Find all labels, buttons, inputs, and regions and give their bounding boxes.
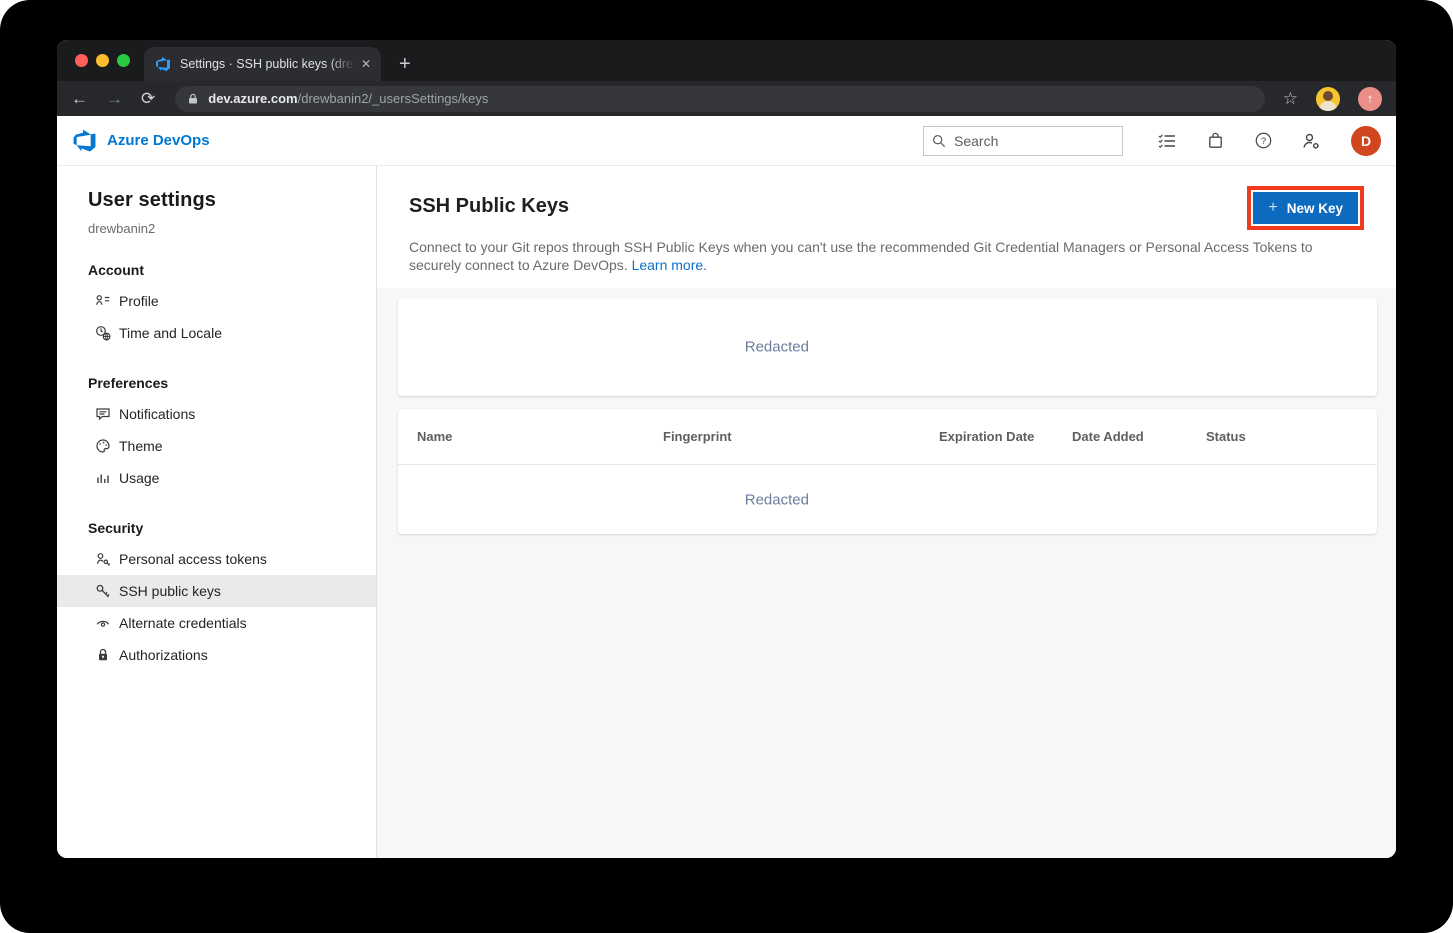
brand-title[interactable]: Azure DevOps (107, 132, 210, 149)
sidebar-item-label: Notifications (119, 406, 195, 422)
marketplace-bag-icon[interactable] (1205, 131, 1225, 151)
key-icon (95, 583, 111, 599)
sidebar-item-label: Personal access tokens (119, 551, 267, 567)
sidebar-item-authorizations[interactable]: Authorizations (57, 639, 376, 671)
chrome-profile-avatar[interactable] (1316, 87, 1340, 111)
sidebar-item-notifications[interactable]: Notifications (57, 398, 376, 430)
forward-icon[interactable]: → (106, 90, 123, 107)
page-description: Connect to your Git repos through SSH Pu… (409, 239, 1349, 274)
column-header-status: Status (1206, 429, 1377, 444)
close-window-button[interactable] (75, 54, 88, 67)
tab-title: Settings · SSH public keys (dre (180, 57, 355, 71)
notifications-icon (95, 406, 111, 422)
new-tab-button[interactable]: + (399, 54, 411, 74)
usage-icon (95, 470, 111, 486)
section-label-security: Security (88, 520, 376, 536)
column-header-fingerprint: Fingerprint (663, 429, 939, 444)
tab-close-icon[interactable]: ✕ (361, 57, 371, 71)
header-actions: ? D (923, 126, 1381, 156)
sidebar-item-label: Usage (119, 470, 159, 486)
sidebar-username: drewbanin2 (88, 221, 376, 236)
sidebar-item-theme[interactable]: Theme (57, 430, 376, 462)
table-row: Redacted (398, 465, 1377, 534)
browser-tab[interactable]: Settings · SSH public keys (dre ✕ (144, 47, 381, 81)
main-pane: SSH Public Keys + New Key Connect to you… (377, 166, 1396, 858)
redacted-text: Redacted (745, 339, 809, 356)
sidebar-item-ssh-public-keys[interactable]: SSH public keys (57, 575, 376, 607)
browser-toolbar: ← → ⟳ dev.azure.com/drewbanin2/_usersSet… (57, 81, 1396, 116)
sidebar-item-time-and-locale[interactable]: Time and Locale (57, 317, 376, 349)
avatar-head-shape (1323, 91, 1333, 101)
profile-card-icon (95, 293, 111, 309)
chrome-update-button[interactable]: ↑ (1358, 87, 1382, 111)
sidebar-item-label: SSH public keys (119, 583, 221, 599)
sidebar-item-label: Authorizations (119, 647, 208, 663)
minimize-window-button[interactable] (96, 54, 109, 67)
zoom-window-button[interactable] (117, 54, 130, 67)
column-header-name: Name (417, 429, 663, 444)
bookmark-star-icon[interactable]: ☆ (1283, 89, 1298, 109)
column-header-expiration-date: Expiration Date (939, 429, 1072, 444)
new-key-button[interactable]: + New Key (1253, 192, 1358, 224)
eye-icon (95, 615, 111, 631)
tab-strip: Settings · SSH public keys (dre ✕ + (57, 40, 1396, 81)
screenshot-background: Settings · SSH public keys (dre ✕ + ← → … (0, 0, 1453, 933)
redacted-banner-card: Redacted (398, 298, 1377, 396)
sidebar-item-profile[interactable]: Profile (57, 285, 376, 317)
keys-panel: Redacted NameFingerprintExpiration DateD… (377, 288, 1396, 858)
reload-icon[interactable]: ⟳ (141, 90, 155, 107)
title-row: SSH Public Keys + New Key (409, 186, 1364, 230)
keys-table-card: NameFingerprintExpiration DateDate Added… (398, 409, 1377, 534)
time-locale-icon (95, 325, 111, 341)
back-icon[interactable]: ← (71, 90, 88, 107)
new-key-button-highlight: + New Key (1247, 186, 1364, 230)
user-settings-gear-icon[interactable] (1301, 131, 1321, 151)
sidebar-item-label: Time and Locale (119, 325, 222, 341)
sidebar-item-usage[interactable]: Usage (57, 462, 376, 494)
plus-icon: + (1268, 200, 1277, 216)
azure-devops-header: Azure DevOps (57, 116, 1396, 166)
azure-devops-logo-icon[interactable] (72, 128, 97, 153)
lock-secure-icon (187, 93, 199, 105)
page-title: SSH Public Keys (409, 186, 569, 218)
help-icon[interactable]: ? (1253, 131, 1273, 151)
sidebar-item-label: Theme (119, 438, 163, 454)
page-content: User settings drewbanin2 Account Profile T… (57, 166, 1396, 858)
url-domain: dev.azure.com (208, 91, 297, 106)
redacted-row-text: Redacted (745, 491, 809, 508)
user-avatar[interactable]: D (1351, 126, 1381, 156)
address-bar[interactable]: dev.azure.com/drewbanin2/_usersSettings/… (175, 86, 1265, 112)
sidebar-item-label: Alternate credentials (119, 615, 247, 631)
url-path: /drewbanin2/_usersSettings/keys (298, 91, 489, 106)
sidebar-sections: Account Profile Time and Locale Preferences… (57, 262, 376, 671)
theme-icon (95, 438, 111, 454)
column-header-date-added: Date Added (1072, 429, 1206, 444)
search-icon (932, 134, 946, 148)
settings-sidebar: User settings drewbanin2 Account Profile T… (57, 166, 377, 858)
sidebar-item-alternate-credentials[interactable]: Alternate credentials (57, 607, 376, 639)
section-label-preferences: Preferences (88, 375, 376, 391)
table-header-row: NameFingerprintExpiration DateDate Added… (398, 409, 1377, 465)
learn-more-link[interactable]: Learn more. (632, 257, 707, 273)
token-icon (95, 551, 111, 567)
window-controls (57, 40, 144, 81)
sidebar-title: User settings (88, 189, 376, 212)
search-input[interactable] (954, 133, 1104, 149)
azure-devops-favicon (155, 56, 171, 72)
section-label-account: Account (88, 262, 376, 278)
sidebar-item-label: Profile (119, 293, 159, 309)
main-header: SSH Public Keys + New Key Connect to you… (377, 166, 1396, 274)
svg-text:?: ? (1260, 136, 1265, 147)
task-list-icon[interactable] (1157, 131, 1177, 151)
search-box[interactable] (923, 126, 1123, 156)
avatar-body-shape (1319, 101, 1337, 111)
lock-icon (95, 647, 111, 663)
sidebar-item-personal-access-tokens[interactable]: Personal access tokens (57, 543, 376, 575)
browser-window: Settings · SSH public keys (dre ✕ + ← → … (57, 40, 1396, 858)
